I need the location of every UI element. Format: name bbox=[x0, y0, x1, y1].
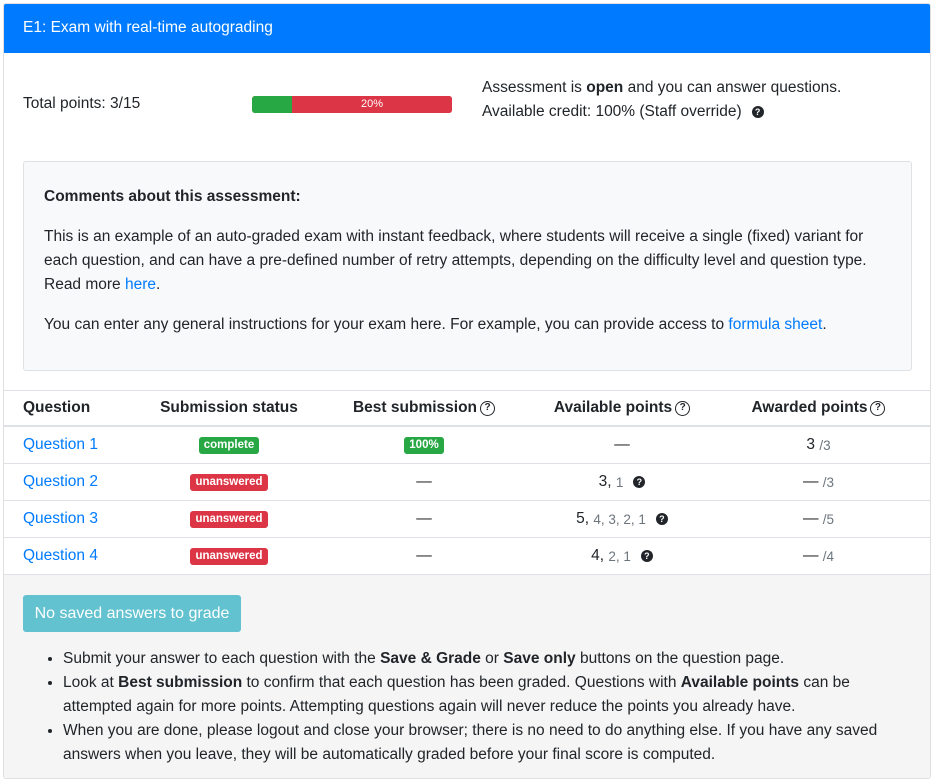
awarded-points: — /3 bbox=[802, 473, 835, 490]
help-icon[interactable]: ? bbox=[751, 105, 764, 118]
best-submission-help-icon[interactable]: ? bbox=[480, 400, 496, 416]
instructions-list: Submit your answer to each question with… bbox=[4, 647, 930, 767]
status-badge: unanswered bbox=[190, 547, 268, 565]
instruction-item: Submit your answer to each question with… bbox=[63, 647, 890, 671]
status-badge: complete bbox=[198, 436, 260, 454]
credit-line: Available credit: 100% (Staff override)? bbox=[482, 100, 841, 124]
progress-label: 20% bbox=[292, 96, 452, 113]
col-available-points: Available points? bbox=[532, 391, 712, 425]
open-status-word: open bbox=[586, 79, 624, 96]
comments-panel: Comments about this assessment: This is … bbox=[23, 161, 912, 371]
available-points: 3, 1? bbox=[532, 464, 712, 500]
assessment-status: Assessment is open and you can answer qu… bbox=[482, 76, 841, 124]
help-icon[interactable]: ? bbox=[655, 513, 668, 525]
instruction-item: When you are done, please logout and clo… bbox=[63, 719, 890, 767]
best-submission-badge: 100% bbox=[404, 436, 444, 454]
progress-filled bbox=[252, 96, 292, 113]
col-awarded-points: Awarded points? bbox=[736, 391, 901, 425]
best-submission-value: — bbox=[416, 510, 432, 527]
total-points: Total points: 3/15 bbox=[23, 95, 141, 112]
question-link[interactable]: Question 1 bbox=[23, 436, 98, 454]
question-link[interactable]: Question 2 bbox=[23, 473, 98, 491]
col-best-submission: Best submission? bbox=[334, 391, 514, 425]
score-progress-bar: 20% bbox=[252, 96, 452, 113]
grading-footer: No saved answers to grade Submit your an… bbox=[4, 574, 930, 778]
status-badge: unanswered bbox=[190, 510, 268, 528]
awarded-points: 3 /3 bbox=[806, 436, 831, 453]
available-points: 5, 4, 3, 2, 1? bbox=[532, 501, 712, 537]
questions-table: Question Submission status Best submissi… bbox=[4, 390, 930, 575]
formula-sheet-link[interactable]: formula sheet bbox=[728, 316, 822, 333]
table-row: Question 4 unanswered — 4, 2, 1? — /4 bbox=[4, 538, 930, 575]
available-credit: Available credit: 100% (Staff override) bbox=[482, 103, 742, 120]
available-points: 4, 2, 1? bbox=[532, 538, 712, 574]
col-question: Question bbox=[23, 399, 91, 416]
awarded-points: — /5 bbox=[802, 510, 835, 527]
col-submission-status: Submission status bbox=[160, 399, 298, 416]
open-status-line: Assessment is open and you can answer qu… bbox=[482, 79, 842, 96]
comments-paragraph-2: You can enter any general instructions f… bbox=[44, 316, 827, 333]
grade-saved-answers-button[interactable]: No saved answers to grade bbox=[23, 595, 241, 632]
best-submission-value: — bbox=[416, 547, 432, 564]
help-icon[interactable]: ? bbox=[640, 550, 653, 562]
question-link[interactable]: Question 3 bbox=[23, 510, 98, 528]
table-row: Question 2 unanswered — 3, 1? — /3 bbox=[4, 464, 930, 501]
awarded-points: — /4 bbox=[802, 547, 835, 564]
table-row: Question 1 complete 100% — 3 /3 bbox=[4, 427, 930, 464]
available-points: — bbox=[614, 436, 630, 453]
awarded-points-help-icon[interactable]: ? bbox=[870, 400, 886, 416]
comments-paragraph-1: This is an example of an auto-graded exa… bbox=[44, 228, 867, 293]
status-badge: unanswered bbox=[190, 473, 268, 491]
read-more-link[interactable]: here bbox=[125, 276, 156, 293]
table-header-row: Question Submission status Best submissi… bbox=[4, 391, 930, 427]
assessment-title: E1: Exam with real-time autograding bbox=[4, 4, 930, 53]
available-points-help-icon[interactable]: ? bbox=[675, 400, 691, 416]
assessment-card: E1: Exam with real-time autograding Tota… bbox=[3, 3, 931, 779]
instruction-item: Look at Best submission to confirm that … bbox=[63, 671, 890, 719]
best-submission-value: — bbox=[416, 473, 432, 490]
question-link[interactable]: Question 4 bbox=[23, 547, 98, 565]
table-row: Question 3 unanswered — 5, 4, 3, 2, 1? —… bbox=[4, 501, 930, 538]
comments-heading: Comments about this assessment: bbox=[44, 188, 301, 205]
help-icon[interactable]: ? bbox=[633, 476, 646, 488]
assessment-summary: Total points: 3/15 Assessment is open an… bbox=[4, 53, 930, 159]
